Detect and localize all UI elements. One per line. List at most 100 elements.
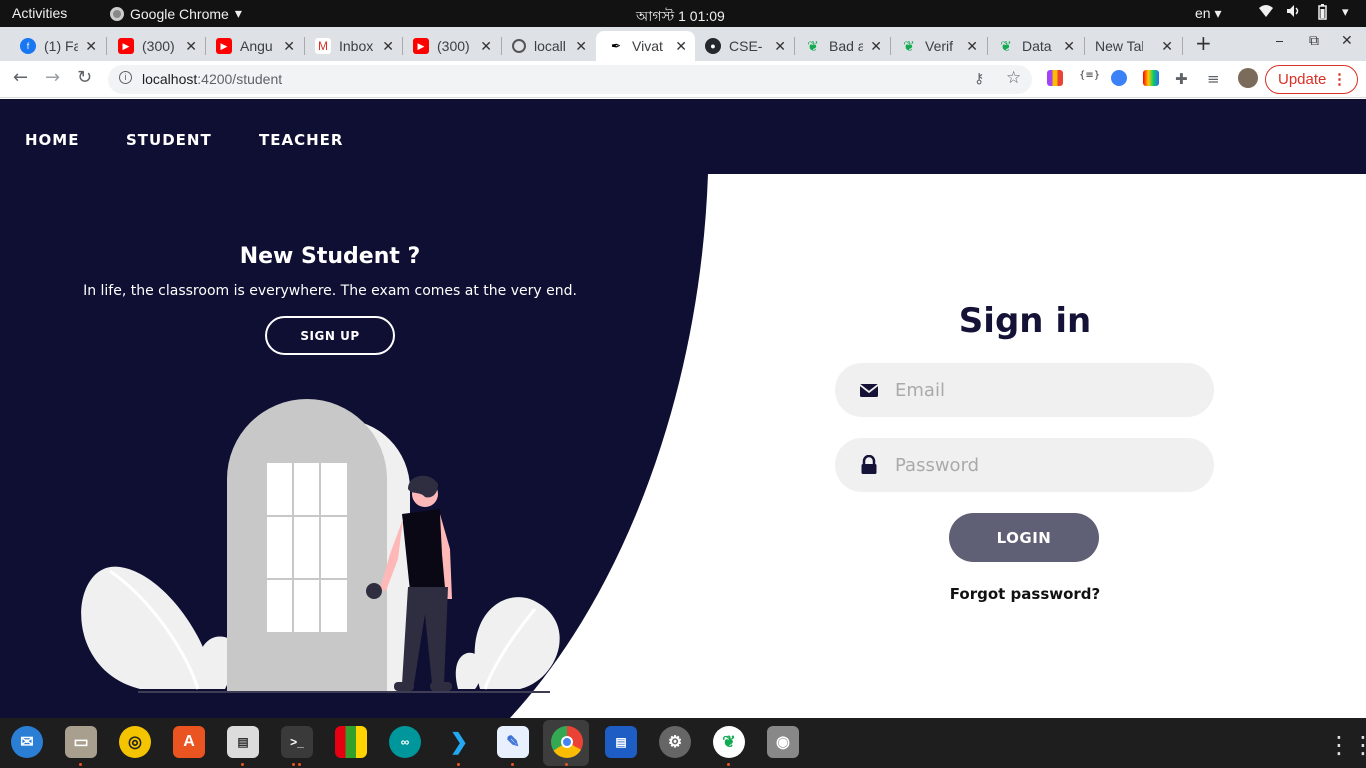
- browser-toolbar: ← → ↻ i localhost:4200/student ⚷ ☆ {≡} ✚…: [0, 61, 1366, 98]
- nav-home[interactable]: HOME: [25, 131, 79, 149]
- media-control-icon[interactable]: ≡: [1207, 70, 1223, 88]
- lock-icon: [861, 455, 877, 474]
- language-indicator[interactable]: en ▾: [1195, 5, 1222, 22]
- tab-youtube-1[interactable]: ▶ (300) ✕: [108, 31, 205, 61]
- tab-title: Angu: [240, 38, 273, 54]
- update-label: Update: [1278, 71, 1327, 88]
- key-icon[interactable]: ⚷: [974, 70, 984, 87]
- close-icon[interactable]: ✕: [85, 38, 97, 55]
- info-icon[interactable]: i: [119, 71, 132, 84]
- close-icon[interactable]: ✕: [966, 38, 978, 55]
- forgot-password-link[interactable]: Forgot password?: [835, 585, 1215, 603]
- bookmark-star-icon[interactable]: ☆: [1006, 68, 1021, 88]
- software-center-icon[interactable]: A: [173, 726, 205, 758]
- close-icon[interactable]: ✕: [1063, 38, 1075, 55]
- battery-icon: [1318, 4, 1327, 20]
- extensions-puzzle-icon[interactable]: ✚: [1175, 70, 1191, 88]
- close-icon[interactable]: ✕: [870, 38, 882, 55]
- app-menu-label: Google Chrome: [130, 5, 229, 22]
- url-text[interactable]: localhost:4200/student: [142, 71, 282, 87]
- tab-title: Vivat: [632, 38, 663, 54]
- tab-youtube-2[interactable]: ▶ Angu ✕: [206, 31, 303, 61]
- top-nav: HOME STUDENT TEACHER: [0, 99, 1366, 174]
- reload-button[interactable]: ↻: [77, 67, 92, 88]
- tab-mongodb-3[interactable]: ❦ Data ✕: [988, 31, 1083, 61]
- more-menu-icon: ⋮: [1332, 71, 1347, 88]
- document-viewer-icon[interactable]: ▤: [227, 726, 259, 758]
- mongodb-compass-icon[interactable]: ❦: [713, 726, 745, 758]
- door-illustration: [81, 399, 560, 693]
- tab-youtube-3[interactable]: ▶ (300) ✕: [403, 31, 500, 61]
- rhythmbox-icon[interactable]: ◎: [119, 726, 151, 758]
- vscode-icon[interactable]: ❯: [443, 726, 475, 758]
- github-icon: ●: [705, 38, 721, 54]
- tab-title: (1) Fa: [44, 38, 78, 54]
- email-field[interactable]: [835, 363, 1214, 417]
- promo-text: In life, the classroom is everywhere. Th…: [83, 283, 577, 299]
- show-applications-icon[interactable]: ⋮⋮⋮: [1327, 731, 1366, 759]
- student-page: HOME STUDENT TEACHER New Student ? In li…: [0, 99, 1366, 718]
- close-icon[interactable]: ✕: [382, 38, 394, 55]
- close-icon[interactable]: ✕: [185, 38, 197, 55]
- close-icon[interactable]: ✕: [480, 38, 492, 55]
- tab-new-tab[interactable]: New Tab ✕: [1086, 31, 1181, 61]
- tab-vivatech-active[interactable]: ✒ Vivat ✕: [596, 31, 695, 61]
- terminal-icon[interactable]: >_: [281, 726, 313, 758]
- login-button[interactable]: LOGIN: [949, 513, 1099, 562]
- tab-title: CSE-: [729, 38, 763, 54]
- close-icon[interactable]: ✕: [774, 38, 786, 55]
- email-input[interactable]: [895, 363, 1195, 417]
- forward-button[interactable]: →: [45, 67, 60, 88]
- arduino-icon[interactable]: ∞: [389, 726, 421, 758]
- envelope-icon: [860, 384, 878, 397]
- text-editor-icon[interactable]: ✎: [497, 726, 529, 758]
- settings-gear-icon[interactable]: ⚙: [659, 726, 691, 758]
- url-host: localhost: [142, 71, 198, 87]
- profile-avatar[interactable]: [1238, 68, 1258, 88]
- tab-localhost[interactable]: locall ✕: [502, 31, 595, 61]
- json-extension-icon[interactable]: {≡}: [1079, 70, 1100, 86]
- close-window-button[interactable]: ✕: [1341, 33, 1353, 49]
- mongodb-icon: ❦: [807, 37, 819, 54]
- thunderbird-icon[interactable]: ✉: [11, 726, 43, 758]
- tab-title: Inbox: [339, 38, 373, 54]
- tab-facebook[interactable]: f (1) Fa ✕: [10, 31, 105, 61]
- disk-icon[interactable]: ◉: [767, 726, 799, 758]
- tab-gmail[interactable]: M Inbox ✕: [305, 31, 402, 61]
- facebook-icon: f: [20, 38, 36, 54]
- close-icon[interactable]: ✕: [283, 38, 295, 55]
- files-icon[interactable]: ▭: [65, 726, 97, 758]
- tab-mongodb-1[interactable]: ❦ Bad a ✕: [795, 31, 890, 61]
- system-tray[interactable]: ▾: [1258, 4, 1349, 20]
- wifi-icon: [1259, 5, 1273, 17]
- password-field[interactable]: [835, 438, 1214, 492]
- close-icon[interactable]: ✕: [1161, 38, 1173, 55]
- sublime-merge-icon[interactable]: [335, 726, 367, 758]
- minimize-button[interactable]: ⎯: [1276, 33, 1283, 49]
- tab-title: Bad a: [829, 38, 863, 54]
- app-menu[interactable]: Google Chrome ▾: [110, 5, 242, 22]
- close-icon[interactable]: ✕: [675, 38, 687, 55]
- promo-title: New Student ?: [239, 244, 421, 269]
- clock[interactable]: আগস্ট 1 01:09: [636, 5, 725, 29]
- tab-mongodb-2[interactable]: ❦ Verif ✕: [891, 31, 986, 61]
- sign-up-button[interactable]: SIGN UP: [265, 316, 395, 355]
- extension-icon-1[interactable]: [1047, 70, 1063, 86]
- new-tab-button[interactable]: +: [1195, 31, 1212, 55]
- address-bar[interactable]: i localhost:4200/student ⚷ ☆: [108, 65, 1032, 94]
- extension-icon-3[interactable]: [1111, 70, 1127, 86]
- writer-icon[interactable]: ▤: [605, 726, 637, 758]
- chrome-icon[interactable]: [551, 726, 583, 758]
- restore-button[interactable]: ⧉: [1309, 33, 1319, 49]
- color-picker-extension-icon[interactable]: [1143, 70, 1159, 86]
- mongodb-icon: ❦: [903, 37, 915, 54]
- tab-github[interactable]: ● CSE- ✕: [697, 31, 794, 61]
- back-button[interactable]: ←: [13, 67, 28, 88]
- nav-teacher[interactable]: TEACHER: [259, 131, 343, 149]
- nav-student[interactable]: STUDENT: [126, 131, 212, 149]
- password-input[interactable]: [895, 438, 1195, 492]
- system-top-bar: Activities Google Chrome ▾ আগস্ট 1 01:09…: [0, 0, 1366, 27]
- close-icon[interactable]: ✕: [575, 38, 587, 55]
- update-button[interactable]: Update ⋮: [1265, 65, 1358, 94]
- activities-button[interactable]: Activities: [12, 5, 67, 21]
